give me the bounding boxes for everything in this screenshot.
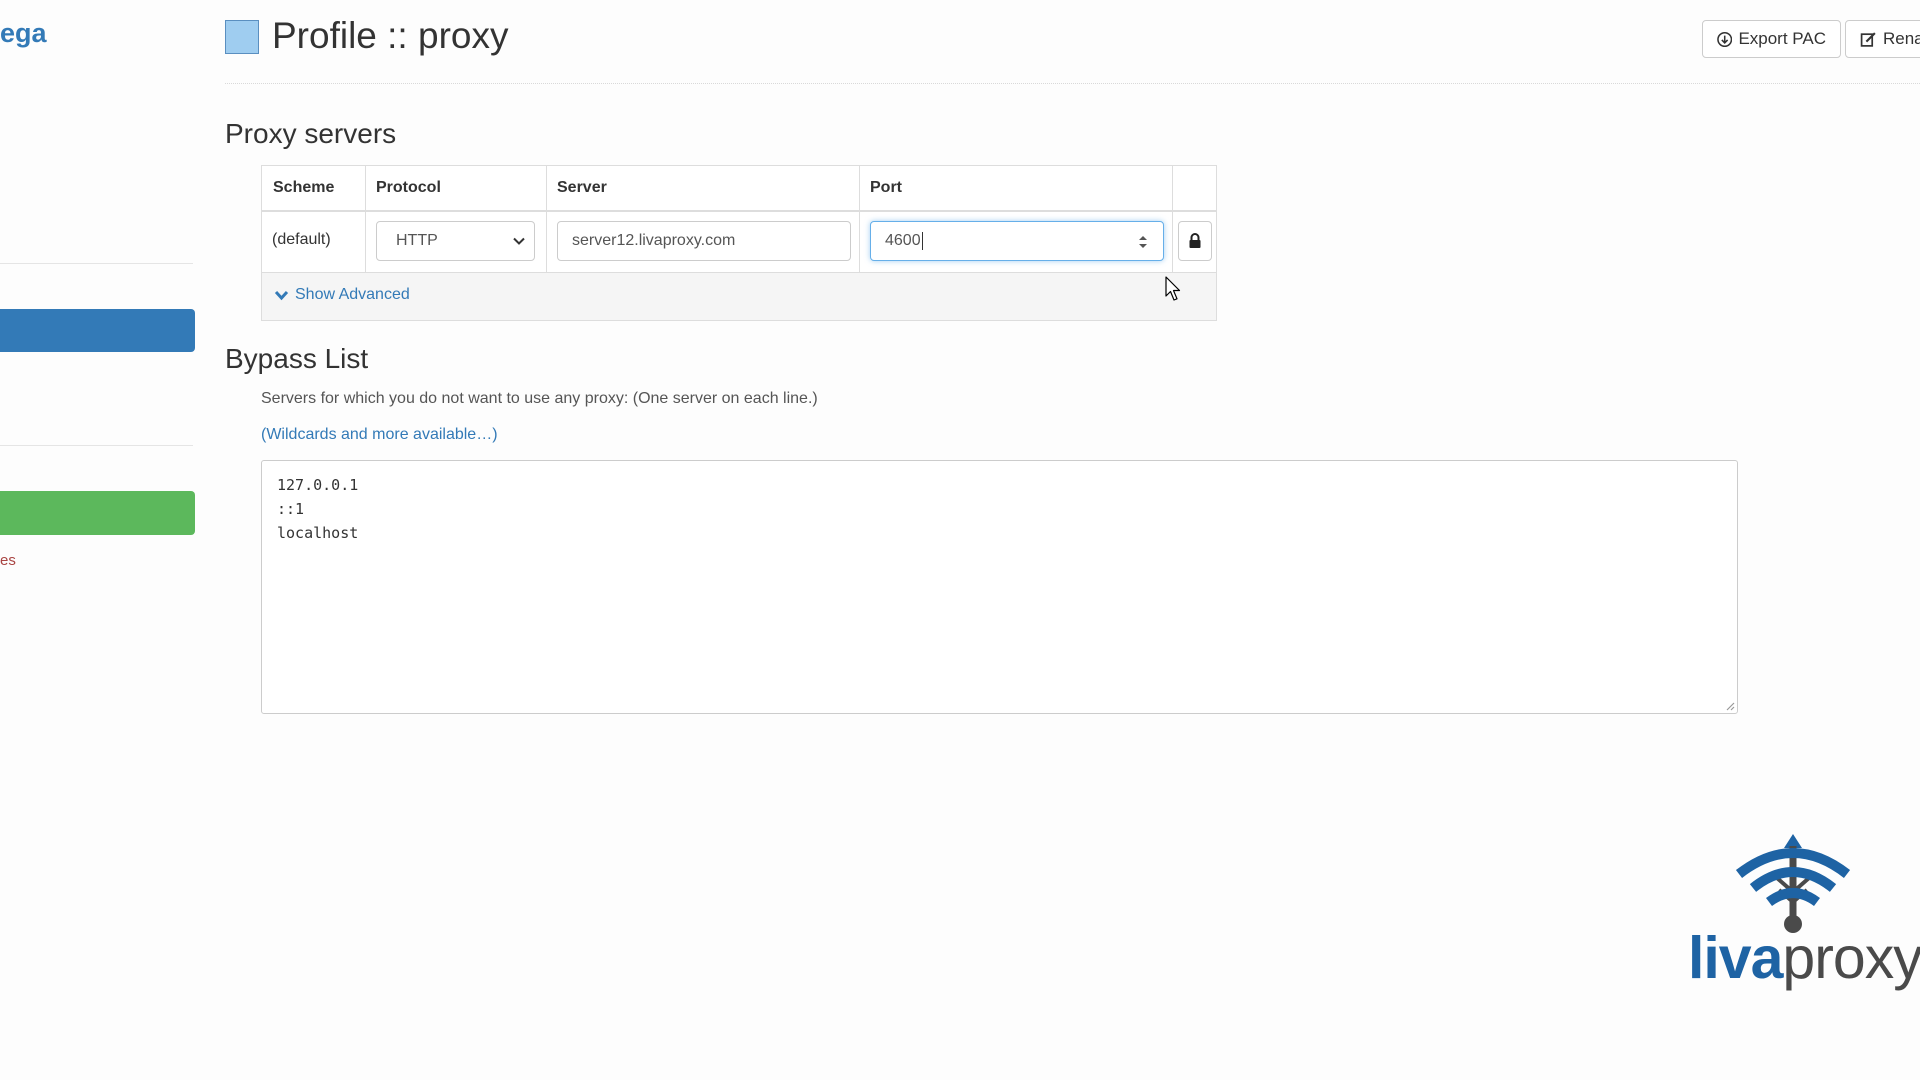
column-divider [859,166,860,272]
logo-text-liva: liva [1688,925,1783,991]
port-input-value: 4600 [885,232,921,249]
text-caret [921,231,923,250]
column-header-port: Port [870,179,902,196]
column-header-server: Server [557,179,607,196]
header-divider [225,83,1920,84]
sidebar-divider [0,263,193,264]
export-pac-button[interactable]: Export PAC [1702,20,1841,58]
rename-button[interactable]: Rena [1845,20,1920,58]
bypass-entry: 127.0.0.1 [277,476,359,494]
auth-lock-button[interactable] [1178,221,1212,261]
chevron-down-icon [513,237,525,245]
sidebar-primary-button[interactable] [0,309,195,352]
mouse-cursor-icon [1165,276,1181,301]
lock-icon [1189,233,1201,248]
sidebar-divider [0,445,193,446]
proxy-servers-heading: Proxy servers [225,118,397,149]
bypass-list-heading: Bypass List [225,343,369,374]
edit-icon [1860,31,1876,47]
show-advanced-row: Show Advanced [262,273,1216,320]
column-header-scheme: Scheme [273,179,335,196]
resize-handle-icon[interactable] [1725,701,1735,711]
bypass-entry: ::1 [277,500,305,518]
rename-label: Rena [1883,29,1920,48]
show-advanced-label: Show Advanced [295,286,410,303]
chevron-down-icon [274,290,289,300]
header-row-divider [262,210,1216,212]
column-divider [365,166,366,272]
port-input[interactable]: 4600 [870,221,1164,261]
bypass-list-textarea[interactable]: 127.0.0.1 ::1 localhost [261,460,1738,714]
protocol-select-value: HTTP [396,232,438,249]
sidebar-link-fragment[interactable]: es [0,552,16,569]
wildcards-help-link[interactable]: (Wildcards and more available…) [261,426,498,444]
server-input[interactable]: server12.livaproxy.com [557,221,851,261]
bypass-help-text: Servers for which you do not want to use… [261,390,818,407]
livaproxy-logo-icon [1735,834,1851,933]
proxy-servers-table: Scheme Protocol Server Port (default) HT… [261,165,1217,321]
sidebar-apply-button[interactable] [0,491,195,535]
show-advanced-link[interactable]: Show Advanced [274,286,410,304]
spinner-arrows-icon[interactable] [1137,232,1149,252]
scheme-cell: (default) [272,231,331,248]
bypass-entry: localhost [277,524,359,542]
page-title: Profile :: proxy [272,15,509,56]
app-brand: ega [0,18,47,48]
sidebar: ega es [0,0,200,1080]
column-divider [1172,166,1173,272]
protocol-select[interactable]: HTTP [376,221,535,261]
export-pac-label: Export PAC [1738,29,1826,48]
column-header-protocol: Protocol [376,179,441,196]
logo-text-proxy: proxy [1782,925,1920,991]
server-input-value: server12.livaproxy.com [572,232,736,249]
column-divider [546,166,547,272]
download-icon [1717,31,1733,47]
livaproxy-logo-wordmark: livaproxy [1688,924,1920,992]
profile-color-icon [225,20,259,54]
